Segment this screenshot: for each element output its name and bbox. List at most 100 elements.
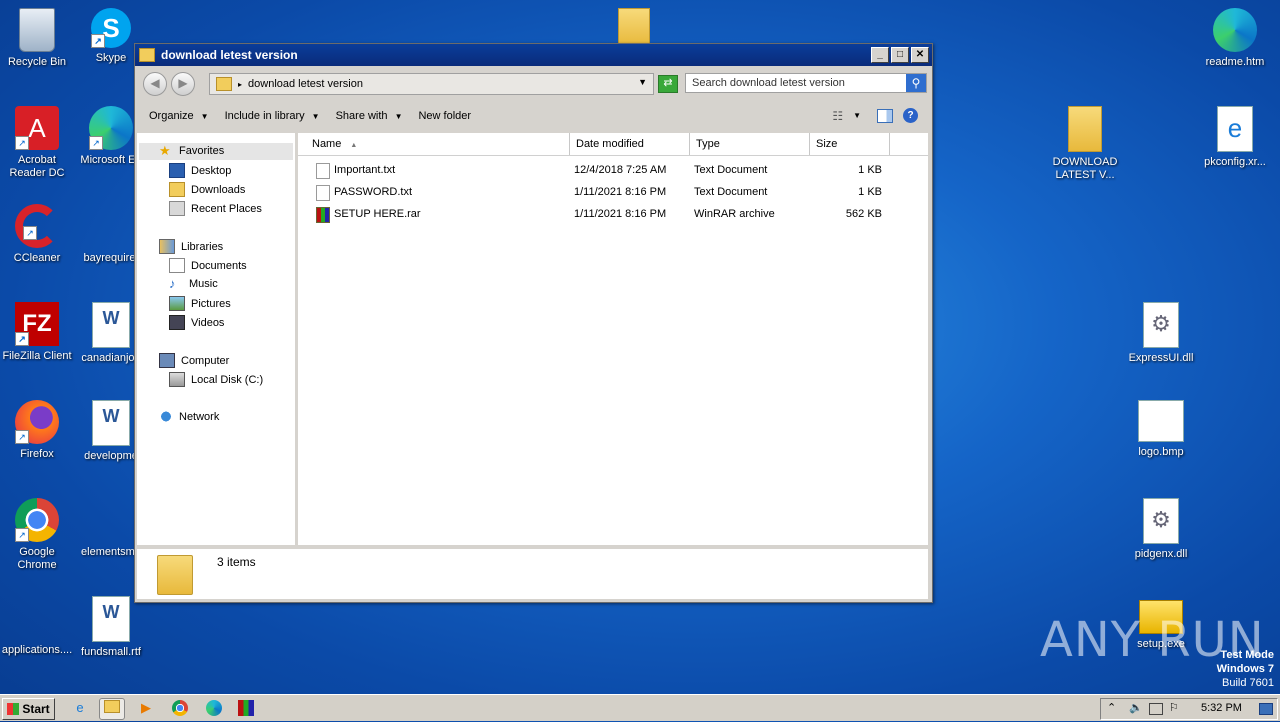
volume-icon[interactable]: 🔈	[1129, 701, 1143, 714]
forward-button[interactable]: ▶	[171, 72, 195, 96]
minimize-button[interactable]: _	[871, 47, 889, 63]
column-name[interactable]: Name ▲	[306, 133, 570, 155]
nav-computer[interactable]: Computer	[159, 353, 229, 368]
documents-icon	[169, 258, 185, 273]
chevron-down-icon: ▼	[311, 111, 320, 121]
explorer-window[interactable]: download letest version _ □ ✕ ◀ ▶ ▸ down…	[134, 43, 933, 603]
nav-music[interactable]: ♪ Music	[169, 277, 218, 290]
folder-icon	[139, 48, 155, 62]
breadcrumb-arrow-icon[interactable]: ▸	[238, 80, 242, 89]
share-with-button[interactable]: Share with ▼	[328, 110, 411, 122]
recent-places-icon	[169, 201, 185, 216]
file-size: 562 KB	[845, 208, 882, 220]
refresh-button[interactable]: ⇄	[658, 75, 678, 93]
column-label: Date modified	[576, 138, 644, 150]
explorer-taskbar-button[interactable]	[99, 698, 125, 720]
nav-libraries[interactable]: Libraries	[159, 239, 223, 254]
desktop-folder-top[interactable]	[618, 8, 650, 46]
search-icon[interactable]: ⚲	[906, 74, 926, 92]
file-date: 1/11/2021 8:16 PM	[574, 186, 667, 198]
details-pane: 3 items	[137, 549, 928, 599]
help-icon[interactable]: ?	[903, 108, 918, 123]
action-center-flag-icon[interactable]: ⚐	[1169, 701, 1179, 714]
winrar-taskbar-icon[interactable]	[234, 698, 258, 718]
desktop-icon-pidgenx[interactable]: ⚙ pidgenx.dll	[1124, 498, 1198, 561]
column-date[interactable]: Date modified	[570, 133, 690, 155]
desktop-icon-label: ExpressUI.dll	[1128, 352, 1194, 364]
close-button[interactable]: ✕	[911, 47, 929, 63]
start-button[interactable]: Start	[2, 698, 55, 720]
nav-videos[interactable]: Videos	[169, 315, 224, 330]
desktop-icon-filezilla[interactable]: FZ ↗ FileZilla Client	[0, 302, 74, 363]
address-dropdown-icon[interactable]: ▼	[638, 77, 647, 87]
desktop-icon-label: CCleaner	[13, 252, 61, 264]
show-hidden-icons-icon[interactable]: ⌃	[1107, 701, 1116, 714]
nav-documents[interactable]: Documents	[169, 258, 247, 273]
include-in-library-button[interactable]: Include in library ▼	[217, 110, 328, 122]
back-button[interactable]: ◀	[143, 72, 167, 96]
nav-network[interactable]: Network	[159, 410, 219, 423]
desktop-icon-readme[interactable]: readme.htm	[1198, 8, 1272, 69]
desktop-icon-ccleaner[interactable]: ↗ CCleaner	[0, 204, 74, 265]
network-tray-icon[interactable]	[1149, 703, 1163, 715]
column-type[interactable]: Type	[690, 133, 810, 155]
navigation-pane[interactable]: ★ Favorites Desktop Downloads Recent Plac…	[137, 133, 298, 545]
file-date: 12/4/2018 7:25 AM	[574, 164, 667, 176]
media-player-icon[interactable]: ▶	[134, 698, 158, 718]
ie-file-icon: e	[1217, 106, 1253, 152]
view-controls: ☷ ▼ ?	[832, 108, 918, 123]
view-options-icon[interactable]: ☷	[832, 109, 843, 123]
desktop-icon-acrobat[interactable]: A ↗ Acrobat Reader DC	[0, 106, 74, 180]
chevron-down-icon: ▼	[394, 111, 403, 121]
desktop-icon-applications[interactable]: applications....	[0, 596, 74, 657]
column-headers: Name ▲ Date modified Type Size	[298, 133, 928, 156]
desktop-icon-logo-bmp[interactable]: logo.bmp	[1124, 400, 1198, 459]
desktop-icon-recycle-bin[interactable]: Recycle Bin	[0, 8, 74, 69]
maximize-button[interactable]: □	[891, 47, 909, 63]
nav-recent-places[interactable]: Recent Places	[169, 201, 262, 216]
nav-label: Downloads	[191, 183, 246, 196]
desktop-icon-download-folder[interactable]: DOWNLOAD LATEST V...	[1048, 106, 1122, 182]
nav-label: Recent Places	[191, 202, 262, 215]
dll-icon: ⚙	[1143, 302, 1179, 348]
title-bar[interactable]: download letest version	[135, 44, 932, 66]
filezilla-icon: FZ ↗	[15, 302, 59, 346]
nav-local-disk[interactable]: Local Disk (C:)	[169, 372, 263, 387]
word-doc-icon: W	[92, 596, 130, 642]
nav-label: Network	[179, 410, 220, 423]
winrar-icon	[238, 700, 254, 716]
chrome-taskbar-icon[interactable]	[168, 698, 192, 718]
music-icon: ♪	[169, 276, 176, 291]
show-desktop-icon[interactable]	[1259, 703, 1273, 715]
view-dropdown-icon[interactable]: ▼	[853, 111, 861, 120]
file-list[interactable]: Name ▲ Date modified Type Size Important…	[298, 133, 928, 545]
column-size[interactable]: Size	[810, 133, 890, 155]
new-folder-button[interactable]: New folder	[410, 110, 479, 122]
nav-favorites[interactable]: ★ Favorites	[159, 144, 224, 157]
file-row[interactable]: Important.txt 12/4/2018 7:25 AM Text Doc…	[298, 161, 928, 181]
desktop-icon-fundsmall[interactable]: W fundsmall.rtf	[74, 596, 148, 659]
system-tray: ⌃ 🔈 ⚐ 5:32 PM	[1100, 698, 1278, 720]
internet-explorer-icon[interactable]: e	[68, 698, 92, 718]
search-input[interactable]: Search download letest version ⚲	[685, 73, 927, 93]
edge-taskbar-icon[interactable]	[202, 698, 226, 718]
desktop-icon-chrome[interactable]: ↗ Google Chrome	[0, 498, 74, 572]
search-placeholder: Search download letest version	[692, 77, 845, 89]
organize-button[interactable]: Organize ▼	[135, 110, 217, 122]
desktop-icon-pkconfig[interactable]: e pkconfig.xr...	[1198, 106, 1272, 169]
nav-desktop[interactable]: Desktop	[169, 163, 231, 178]
computer-icon	[159, 353, 175, 368]
preview-pane-icon[interactable]	[877, 108, 893, 123]
desktop-icon-firefox[interactable]: ↗ Firefox	[0, 400, 74, 461]
nav-pictures[interactable]: Pictures	[169, 296, 231, 311]
file-type: Text Document	[694, 164, 768, 176]
file-type: WinRAR archive	[694, 208, 775, 220]
libraries-icon	[159, 239, 175, 254]
file-row[interactable]: PASSWORD.txt 1/11/2021 8:16 PM Text Docu…	[298, 183, 928, 203]
nav-downloads[interactable]: Downloads	[169, 182, 245, 197]
file-row[interactable]: SETUP HERE.rar 1/11/2021 8:16 PM WinRAR …	[298, 205, 928, 225]
clock[interactable]: 5:32 PM	[1201, 702, 1242, 714]
desktop-icon-expressui[interactable]: ⚙ ExpressUI.dll	[1124, 302, 1198, 365]
address-bar[interactable]: ▸ download letest version ▼	[209, 73, 654, 95]
desktop-icon-label: Acrobat Reader DC	[9, 154, 65, 179]
